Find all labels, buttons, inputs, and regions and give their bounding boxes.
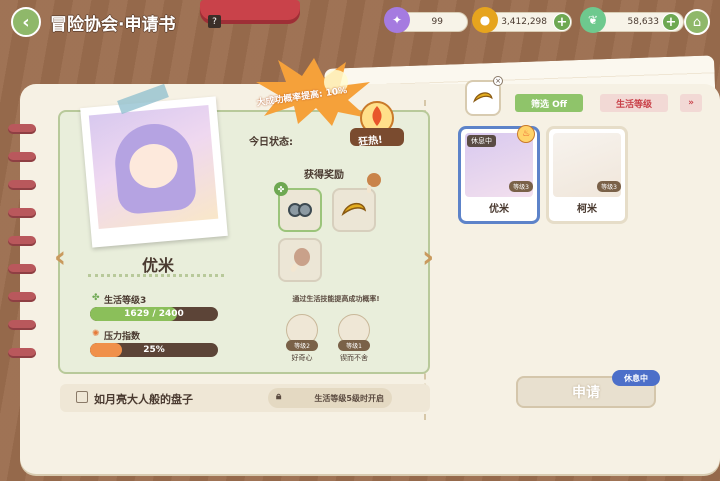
frenzy-small-icon: ♨ (517, 125, 535, 143)
binder-ring (8, 208, 36, 218)
trait-name: 好奇心 (291, 354, 313, 362)
trait-level: 等级2 (286, 340, 318, 351)
currency-value: 3,412,298 (501, 17, 547, 27)
filter-toggle-button[interactable]: 筛选 Off (515, 94, 583, 112)
chevron-left-icon: ‹ (22, 11, 30, 33)
chevron-left-icon: ‹ (53, 239, 67, 275)
stress-text: 25% (143, 345, 165, 355)
resting-tag: 休息中 (467, 135, 496, 147)
goggles-icon (288, 203, 312, 217)
reward-slot[interactable] (332, 188, 376, 232)
trait-persistence: 等级1 锲而不舍 (334, 314, 374, 363)
reward-slot[interactable] (278, 238, 322, 282)
clover-icon: ✤ (274, 182, 288, 196)
help-icon[interactable]: ? (208, 15, 221, 28)
exp-bar: 1629 / 2400 (90, 307, 218, 321)
resting-badge: 休息中 (612, 370, 660, 386)
rewards-title: 获得奖励 (304, 170, 344, 181)
binder-ring (8, 320, 36, 330)
binder-ring (8, 264, 36, 274)
stress-label: 压力指数 (104, 332, 141, 342)
binder-ring (8, 124, 36, 134)
home-icon: ⌂ (692, 14, 702, 30)
stress-icon: ✺ (92, 329, 100, 339)
binder-ring (8, 348, 36, 358)
life-level-label: 生活等级3 (104, 296, 147, 306)
quest-checkbox[interactable] (76, 391, 88, 403)
prev-character-button[interactable]: ‹ (50, 239, 70, 275)
divider-wave (88, 274, 224, 280)
back-button[interactable]: ‹ (11, 7, 41, 37)
moon-plate-icon (473, 92, 493, 103)
binder-ring (8, 292, 36, 302)
character-photo (80, 96, 228, 248)
binder-ring (8, 236, 36, 246)
next-character-button[interactable]: › (418, 239, 438, 275)
lock-icon: 🔒︎ (276, 391, 282, 402)
binder-ring (8, 180, 36, 190)
add-leaf-button[interactable]: + (662, 13, 680, 31)
clear-filter-icon[interactable]: × (493, 76, 503, 86)
roster-card-youmi[interactable]: 休息中 ♨ 等级3 优米 (458, 125, 540, 224)
page-title: 冒险协会·申请书 (50, 15, 176, 35)
trait-name: 锲而不舍 (340, 354, 368, 362)
card-name: 柯米 (577, 204, 597, 215)
add-gold-button[interactable]: + (553, 13, 571, 31)
binder-ring (8, 152, 36, 162)
card-name: 优米 (489, 204, 509, 215)
stress-bar: 25% (90, 343, 218, 357)
home-button[interactable]: ⌂ (684, 9, 710, 35)
character-portrait (88, 105, 219, 230)
character-name: 优米 (141, 256, 174, 275)
collapse-button[interactable]: » (680, 94, 702, 112)
frenzy-label: 狂热! (357, 134, 384, 149)
lock-chip: 🔒︎ 生活等级5级时开启 (268, 388, 392, 408)
currency-value: 58,633 (627, 17, 660, 27)
drumstick-icon (290, 248, 310, 272)
exp-text: 1629 / 2400 (124, 309, 184, 319)
purple-gem-icon: ✦ (384, 7, 410, 33)
gold-coin-icon: ● (472, 7, 498, 33)
trait-level: 等级1 (338, 340, 370, 351)
roster-card-kemi[interactable]: 等级3 柯米 (546, 126, 628, 224)
trait-curiosity: 等级2 好奇心 (282, 314, 322, 363)
moon-plate-icon (341, 202, 367, 217)
lock-text: 生活等级5级时开启 (314, 393, 384, 403)
currency-value: 99 (431, 17, 443, 27)
chevron-right-icon: › (421, 239, 435, 275)
card-level: 等级3 (597, 181, 621, 192)
drumstick-badge-icon (367, 173, 381, 193)
today-status-label: 今日状态: (249, 137, 293, 148)
top-bar: ‹ 冒险协会·申请书 ? 99 ✦ 3,412,298 ● + 58,633 ❦… (0, 0, 720, 46)
clover-icon: ✤ (92, 293, 100, 303)
sort-button[interactable]: 生活等级 (600, 94, 668, 112)
success-hint: 通过生活技能提高成功概率! (292, 295, 380, 303)
leaf-icon: ❦ (580, 7, 606, 33)
card-level: 等级3 (509, 181, 533, 192)
quest-title: 如月亮大人般的盘子 (94, 393, 193, 406)
